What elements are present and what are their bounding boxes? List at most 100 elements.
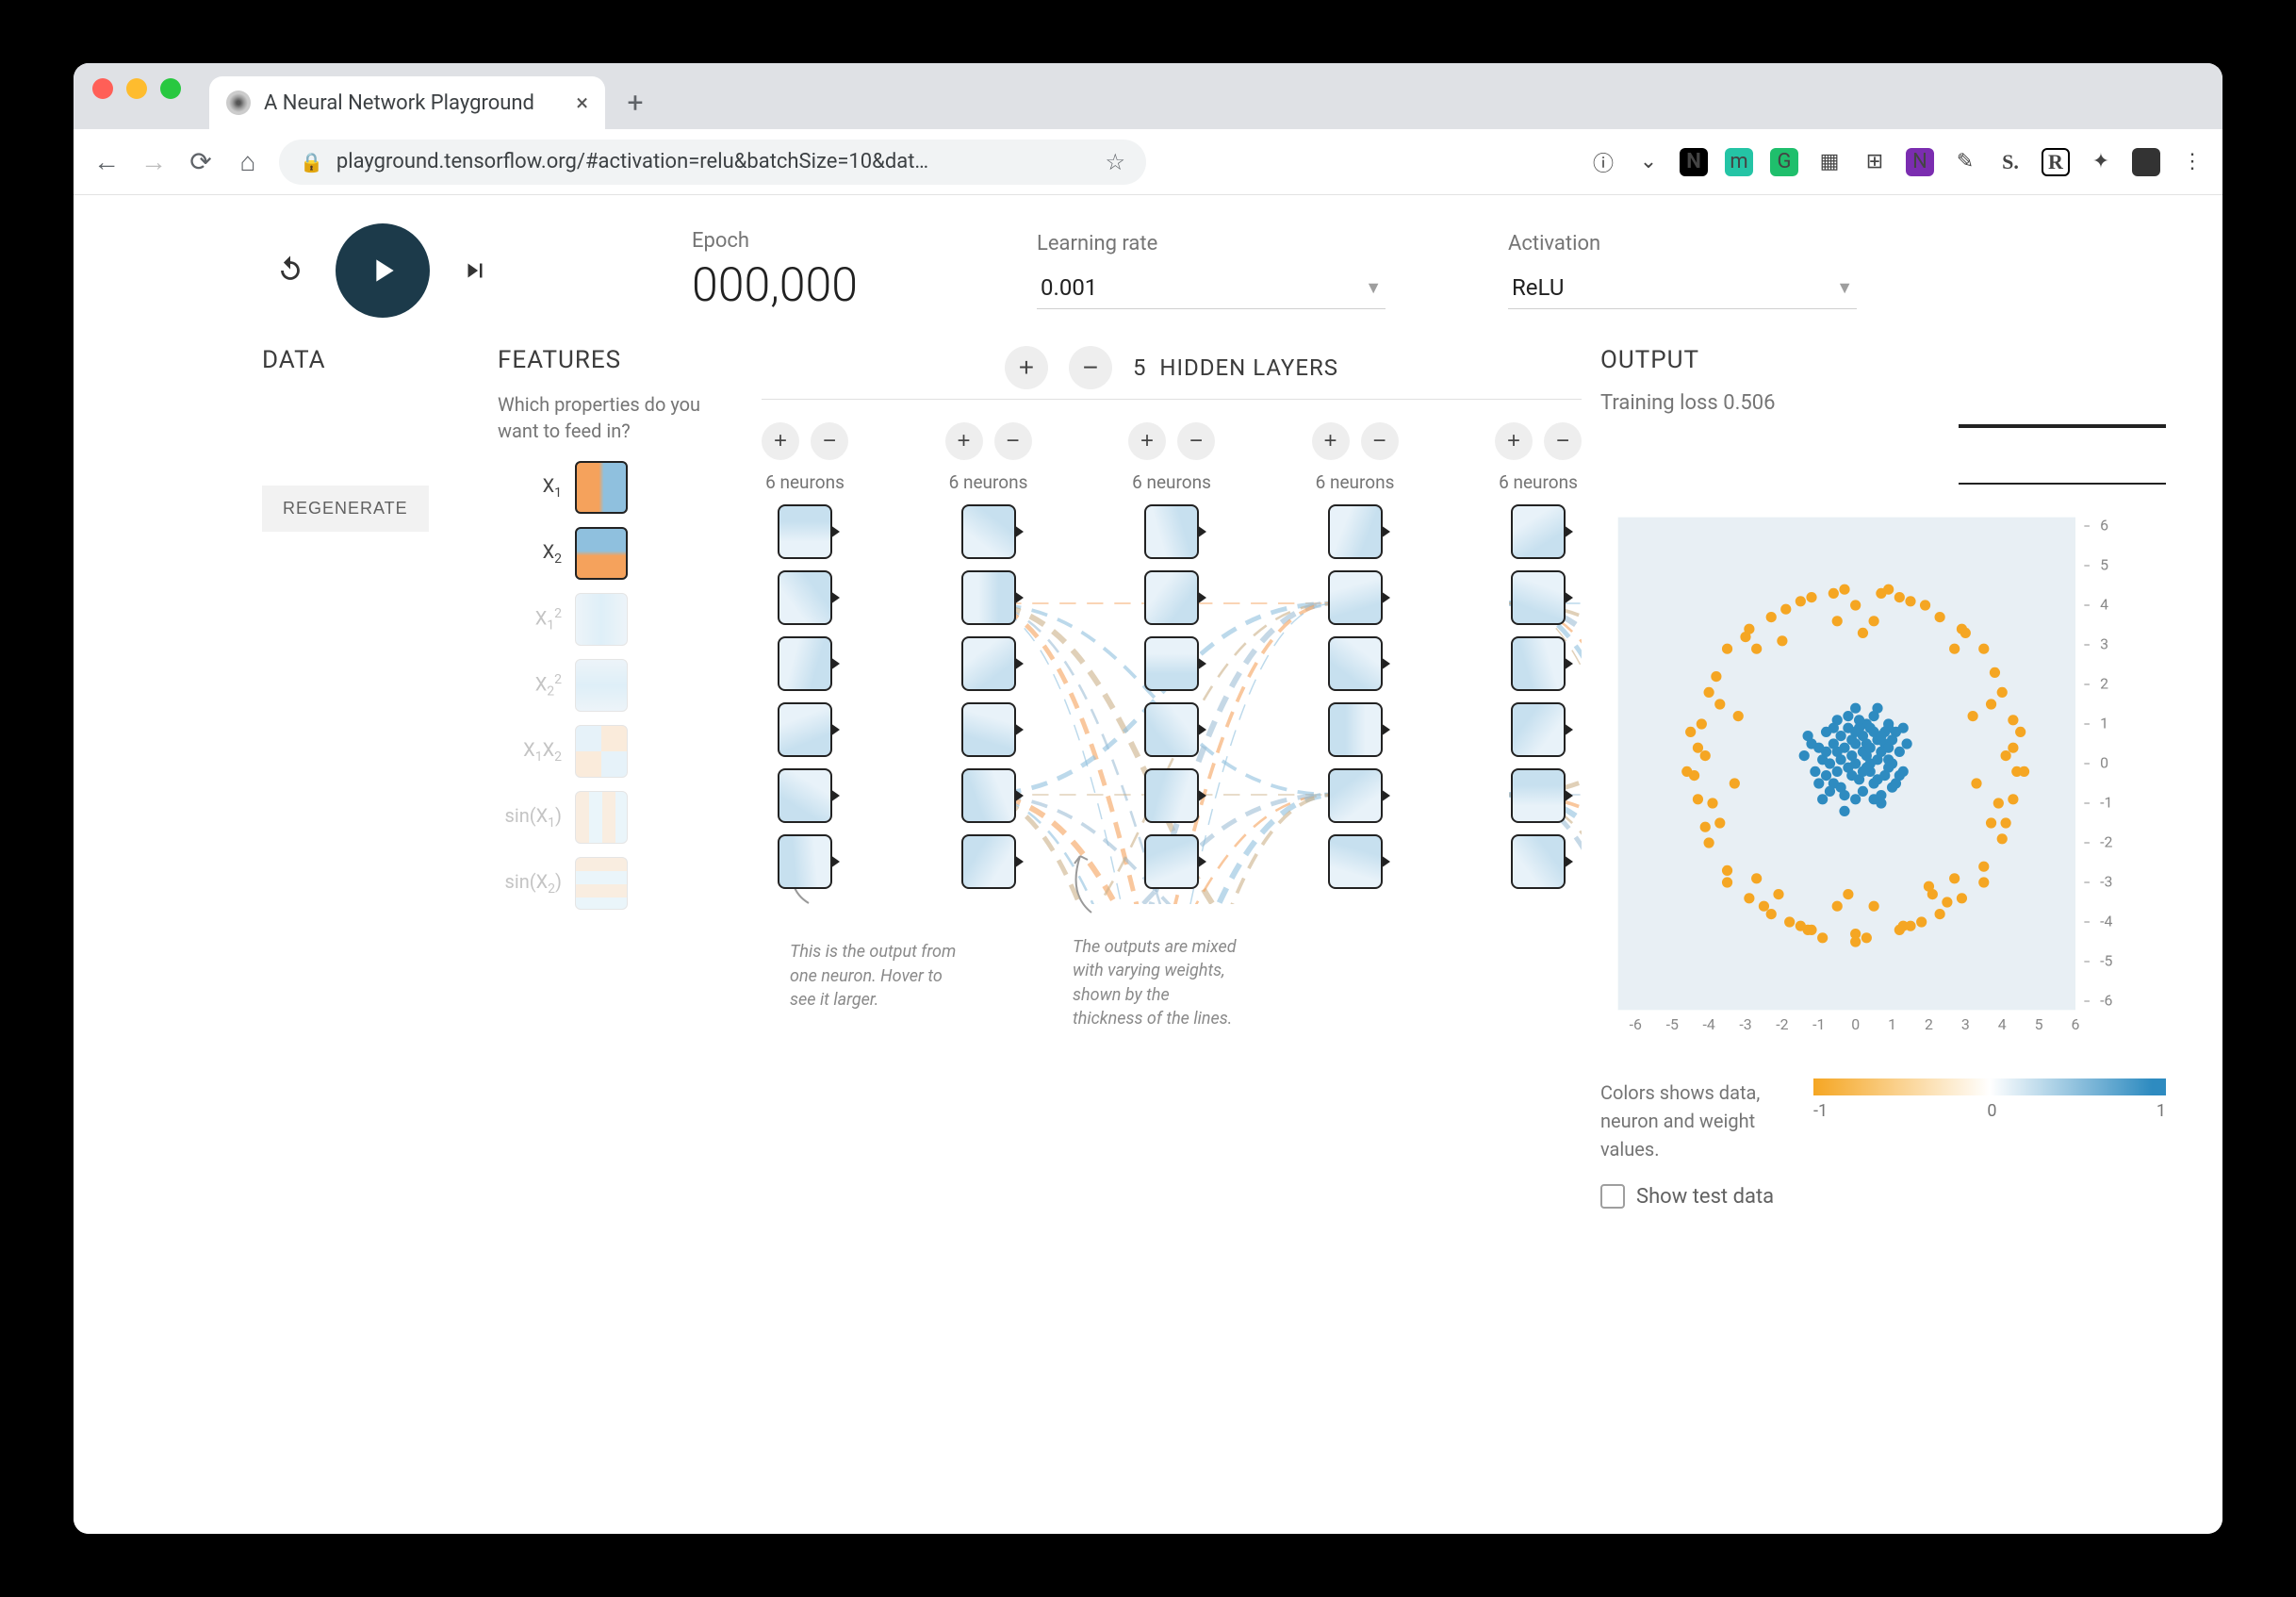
add-neuron-button[interactable]: +	[945, 422, 983, 460]
feature-row[interactable]: X1X2	[498, 725, 743, 778]
browser-menu-icon[interactable]: ⋮	[2177, 148, 2206, 176]
feature-label: sin(X2)	[498, 870, 562, 897]
neuron[interactable]	[1328, 636, 1383, 691]
ext-pocket-icon[interactable]: ⌄	[1634, 148, 1663, 176]
neuron[interactable]	[961, 702, 1016, 757]
chevron-down-icon: ▼	[1836, 278, 1853, 298]
neuron[interactable]	[778, 570, 832, 625]
browser-tab[interactable]: A Neural Network Playground ×	[209, 76, 605, 129]
neuron[interactable]	[1144, 570, 1199, 625]
add-neuron-button[interactable]: +	[762, 422, 799, 460]
neuron[interactable]	[778, 504, 832, 559]
feature-label: X1X2	[498, 738, 562, 765]
loss-sparkline-2	[1959, 483, 2166, 485]
activation-label: Activation	[1508, 232, 1857, 255]
ext-eyedropper-icon[interactable]: ✎	[1951, 148, 1979, 176]
add-layer-button[interactable]: +	[1005, 346, 1048, 389]
feature-row[interactable]: sin(X1)	[498, 791, 743, 844]
neuron[interactable]	[961, 636, 1016, 691]
feature-thumb	[575, 593, 628, 646]
add-neuron-button[interactable]: +	[1495, 422, 1533, 460]
neuron[interactable]	[778, 834, 832, 889]
neuron[interactable]	[1511, 570, 1566, 625]
neuron[interactable]	[778, 702, 832, 757]
ext-s-icon[interactable]: S.	[1996, 148, 2025, 176]
bookmark-star-icon[interactable]: ☆	[1105, 149, 1125, 175]
neuron[interactable]	[778, 768, 832, 823]
svg-text:-3: -3	[2100, 873, 2112, 891]
ext-info-icon[interactable]: ⓘ	[1589, 148, 1617, 176]
neuron[interactable]	[1511, 636, 1566, 691]
neuron[interactable]	[778, 636, 832, 691]
step-button[interactable]	[456, 252, 494, 289]
neuron[interactable]	[1144, 834, 1199, 889]
svg-text:-2: -2	[1776, 1015, 1788, 1033]
play-button[interactable]	[336, 223, 430, 318]
remove-neuron-button[interactable]: −	[1177, 422, 1215, 460]
feature-row[interactable]: sin(X2)	[498, 857, 743, 910]
remove-neuron-button[interactable]: −	[1361, 422, 1399, 460]
learning-rate-value: 0.001	[1041, 274, 1097, 301]
ext-notion-icon[interactable]: N	[1680, 148, 1708, 176]
neuron[interactable]	[961, 834, 1016, 889]
ext-blank-icon[interactable]: ▦	[1815, 148, 1844, 176]
neuron[interactable]	[1144, 504, 1199, 559]
neuron[interactable]	[1511, 504, 1566, 559]
profile-avatar-icon[interactable]	[2132, 148, 2160, 176]
ext-onenote-icon[interactable]: N	[1906, 148, 1934, 176]
neuron[interactable]	[1328, 834, 1383, 889]
neuron[interactable]	[1511, 834, 1566, 889]
neuron[interactable]	[1511, 702, 1566, 757]
remove-neuron-button[interactable]: −	[811, 422, 848, 460]
neuron[interactable]	[1511, 768, 1566, 823]
reset-button[interactable]	[271, 252, 309, 289]
neuron[interactable]	[961, 768, 1016, 823]
lock-icon: 🔒	[300, 151, 323, 173]
ext-r-icon[interactable]: R	[2042, 148, 2070, 176]
feature-row[interactable]: X22	[498, 659, 743, 712]
neuron[interactable]	[1144, 768, 1199, 823]
back-icon[interactable]: ←	[90, 146, 123, 177]
close-window-icon[interactable]	[92, 78, 113, 99]
home-icon[interactable]: ⌂	[232, 146, 264, 177]
feature-thumb	[575, 527, 628, 580]
remove-neuron-button[interactable]: −	[1544, 422, 1582, 460]
forward-icon[interactable]: →	[138, 146, 170, 177]
add-neuron-button[interactable]: +	[1312, 422, 1350, 460]
svg-text:-5: -5	[2100, 952, 2112, 970]
feature-thumb	[575, 461, 628, 514]
add-neuron-button[interactable]: +	[1128, 422, 1166, 460]
feature-row[interactable]: X2	[498, 527, 743, 580]
maximize-window-icon[interactable]	[160, 78, 181, 99]
reload-icon[interactable]: ⟳	[185, 146, 217, 177]
output-chart[interactable]: -6-5-4-3-2-10123456-6-5-4-3-2-10123456	[1600, 503, 2128, 1050]
feature-thumb	[575, 725, 628, 778]
ext-grammarly-icon[interactable]: G	[1770, 148, 1798, 176]
close-tab-icon[interactable]: ×	[576, 90, 588, 116]
neuron[interactable]	[1328, 768, 1383, 823]
neuron[interactable]	[1144, 702, 1199, 757]
neuron[interactable]	[1328, 504, 1383, 559]
neuron[interactable]	[961, 570, 1016, 625]
ext-m-icon[interactable]: m	[1725, 148, 1753, 176]
remove-layer-button[interactable]: −	[1069, 346, 1112, 389]
neuron[interactable]	[961, 504, 1016, 559]
neuron-count-label: 6 neurons	[765, 471, 845, 493]
remove-neuron-button[interactable]: −	[994, 422, 1032, 460]
learning-rate-select[interactable]: 0.001 ▼	[1037, 269, 1386, 309]
regenerate-button[interactable]: REGENERATE	[262, 486, 429, 532]
feature-row[interactable]: X12	[498, 593, 743, 646]
address-bar[interactable]: 🔒 playground.tensorflow.org/#activation=…	[279, 140, 1146, 185]
show-test-data-checkbox[interactable]: Show test data	[1600, 1184, 2166, 1209]
activation-select[interactable]: ReLU ▼	[1508, 269, 1857, 309]
feature-row[interactable]: X1	[498, 461, 743, 514]
extensions-menu-icon[interactable]: ✦	[2087, 148, 2115, 176]
minimize-window-icon[interactable]	[126, 78, 147, 99]
neuron[interactable]	[1328, 570, 1383, 625]
window-controls[interactable]	[92, 78, 181, 99]
new-tab-button[interactable]: +	[616, 84, 654, 122]
neuron[interactable]	[1328, 702, 1383, 757]
ext-plus-icon[interactable]: ⊞	[1861, 148, 1889, 176]
neuron[interactable]	[1144, 636, 1199, 691]
svg-text:-1: -1	[1812, 1015, 1825, 1033]
